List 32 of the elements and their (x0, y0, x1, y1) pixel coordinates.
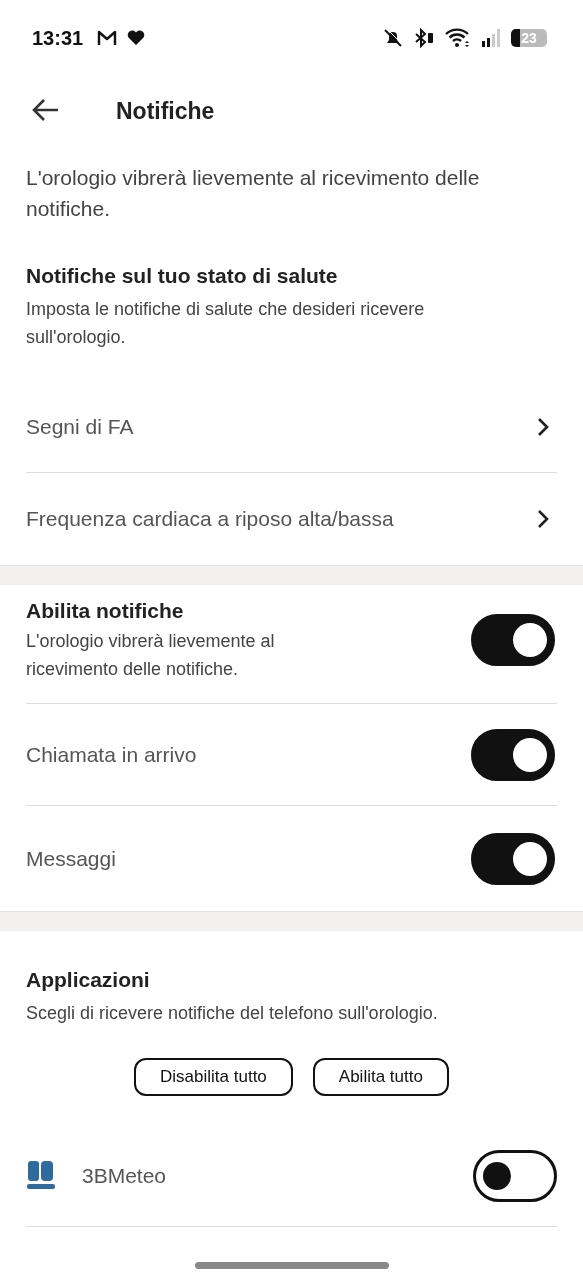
mail-icon (97, 30, 118, 46)
section-description: Scegli di ricevere notifiche del telefono sull'orologio. (26, 1002, 439, 1025)
row-label: Segni di FA (26, 414, 134, 439)
settings-row[interactable]: Segni di FA (26, 381, 557, 473)
toggle-label: Chiamata in arrivo (26, 742, 197, 767)
settings-row[interactable]: Frequenza cardiaca a riposo alta/bassa (26, 473, 557, 565)
signal-icon (481, 28, 501, 48)
app-name: 3BMeteo (82, 1164, 168, 1188)
section-title: Notifiche sul tuo stato di salute (26, 263, 339, 289)
outline-button[interactable]: Disabilita tutto (134, 1058, 293, 1096)
app-logo-icon (26, 1161, 56, 1191)
toggle-label: Messaggi (26, 846, 116, 871)
toggle-description: L'orologio vibrerà lievemente al ricevimento delle notifiche. (26, 630, 276, 681)
wifi-icon (445, 28, 471, 48)
page-title: Notifiche (116, 97, 215, 125)
toggle-switch[interactable] (473, 1150, 557, 1202)
section-description: Imposta le notifiche di salute che desideri ricevere sull'orologio. (26, 298, 426, 349)
clock: 13:31 (32, 26, 84, 50)
toggle-label: Abilita notifiche (26, 599, 185, 623)
heart-icon (127, 30, 146, 46)
outline-button[interactable]: Abilita tutto (312, 1058, 449, 1096)
description-text: L'orologio vibrerà lievemente al ricevimento delle notifiche. (26, 165, 481, 222)
toggle-switch[interactable] (471, 728, 555, 781)
chevron-right-icon (537, 416, 549, 437)
section-title: Applicazioni (26, 967, 151, 993)
chevron-right-icon (537, 509, 549, 529)
toggle-switch[interactable] (471, 614, 555, 666)
bluetooth-icon (413, 28, 435, 48)
row-label: Frequenza cardiaca a riposo alta/bassa (26, 507, 394, 531)
toggle-switch[interactable] (471, 832, 555, 885)
battery-icon: 23 (511, 29, 547, 47)
muted-bell-icon (383, 28, 403, 48)
